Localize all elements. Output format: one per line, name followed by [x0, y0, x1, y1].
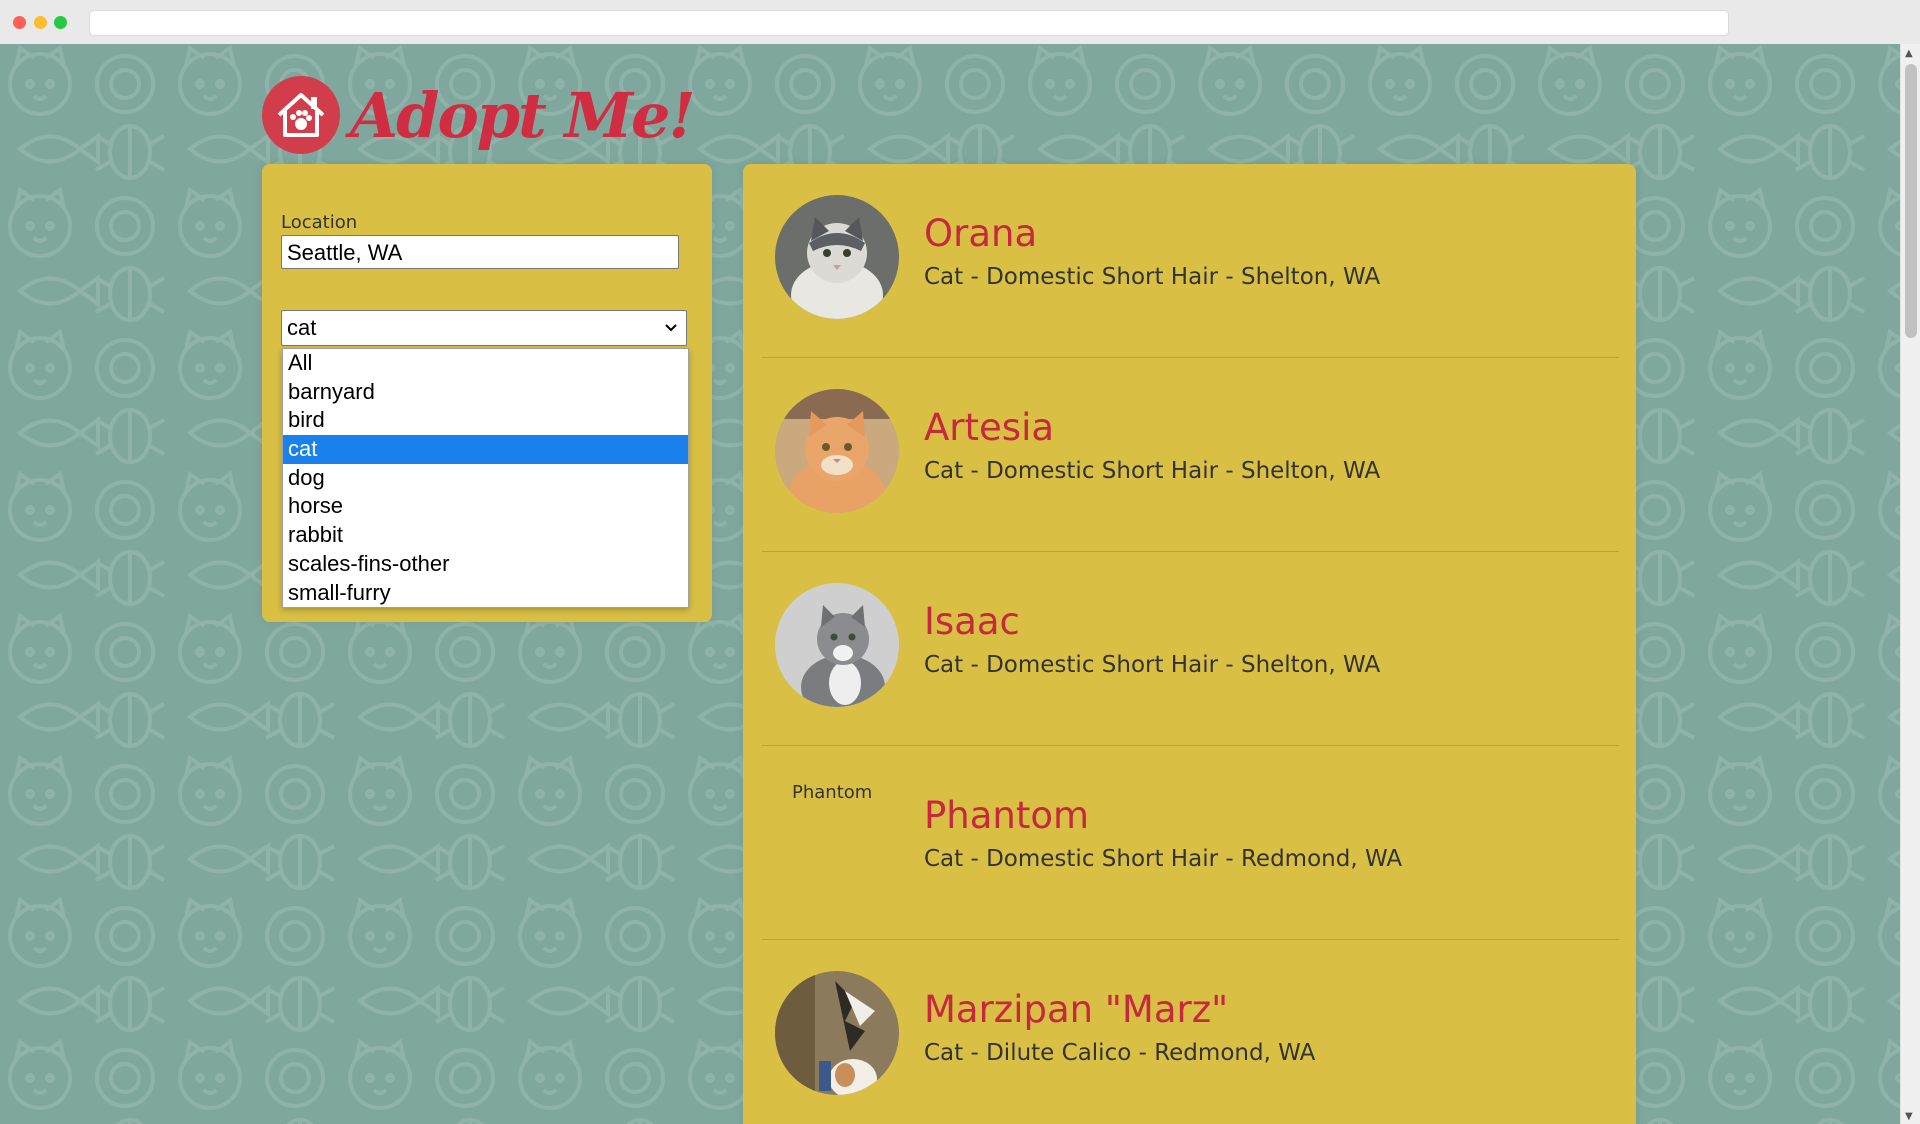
house-paw-icon — [262, 76, 340, 154]
pet-card[interactable]: Isaac Cat - Domestic Short Hair - Shelto… — [762, 552, 1619, 746]
pet-name: Artesia — [924, 406, 1055, 449]
animal-option-scales-fins-other[interactable]: scales-fins-other — [283, 550, 688, 579]
pet-name: Orana — [924, 212, 1038, 255]
site-title: Adopt Me! — [350, 78, 696, 152]
pet-card[interactable]: Phantom Phantom Cat - Domestic Short Hai… — [762, 746, 1619, 940]
pet-description: Cat - Domestic Short Hair - Shelton, WA — [924, 264, 1381, 290]
pet-card[interactable]: Artesia Cat - Domestic Short Hair - Shel… — [762, 358, 1619, 552]
pet-card[interactable]: Marzipan "Marz" Cat - Dilute Calico - Re… — [762, 940, 1619, 1124]
pet-photo — [775, 195, 899, 319]
pet-description: Cat - Domestic Short Hair - Shelton, WA — [924, 652, 1381, 678]
pet-results: Orana Cat - Domestic Short Hair - Shelto… — [743, 164, 1636, 1124]
animal-option-all[interactable]: All — [283, 349, 688, 378]
browser-chrome — [0, 0, 1920, 45]
pet-name: Isaac — [924, 600, 1020, 643]
scroll-up-icon[interactable]: ▲ — [1905, 48, 1913, 59]
pet-description: Cat - Domestic Short Hair - Redmond, WA — [924, 846, 1403, 872]
site-logo[interactable]: Adopt Me! — [262, 70, 696, 160]
animal-option-cat[interactable]: cat — [283, 435, 688, 464]
vertical-scrollbar[interactable]: ▲ ▼ — [1900, 44, 1920, 1124]
pet-photo — [775, 389, 899, 513]
minimize-window-button[interactable] — [34, 16, 47, 29]
pet-photo — [775, 971, 899, 1095]
search-form: Location Seattle, WA cat All barnyard bi… — [262, 164, 712, 622]
pet-card[interactable]: Orana Cat - Domestic Short Hair - Shelto… — [762, 164, 1619, 358]
pet-photo — [775, 583, 899, 707]
pet-description: Cat - Dilute Calico - Redmond, WA — [924, 1040, 1316, 1066]
animal-option-small-furry[interactable]: small-furry — [283, 579, 688, 608]
animal-dropdown-list: All barnyard bird cat dog horse rabbit s… — [282, 348, 689, 609]
animal-option-bird[interactable]: bird — [283, 406, 688, 435]
maximize-window-button[interactable] — [54, 16, 67, 29]
broken-image-alt-text: Phantom — [792, 782, 873, 803]
address-bar[interactable] — [89, 10, 1729, 36]
animal-option-dog[interactable]: dog — [283, 464, 688, 493]
animal-option-barnyard[interactable]: barnyard — [283, 378, 688, 407]
scrollbar-thumb[interactable] — [1905, 64, 1917, 338]
animal-select-value: cat — [287, 315, 317, 340]
animal-option-horse[interactable]: horse — [283, 492, 688, 521]
pet-name: Marzipan "Marz" — [924, 988, 1229, 1031]
animal-select[interactable]: cat — [281, 310, 687, 346]
scroll-down-icon[interactable]: ▼ — [1905, 1111, 1913, 1122]
pet-description: Cat - Domestic Short Hair - Shelton, WA — [924, 458, 1381, 484]
location-input[interactable]: Seattle, WA — [281, 235, 679, 269]
location-label: Location — [281, 212, 358, 233]
pet-name: Phantom — [924, 794, 1090, 837]
page: Adopt Me! Location Seattle, WA cat All b… — [0, 44, 1900, 1124]
close-window-button[interactable] — [13, 16, 26, 29]
animal-option-rabbit[interactable]: rabbit — [283, 521, 688, 550]
